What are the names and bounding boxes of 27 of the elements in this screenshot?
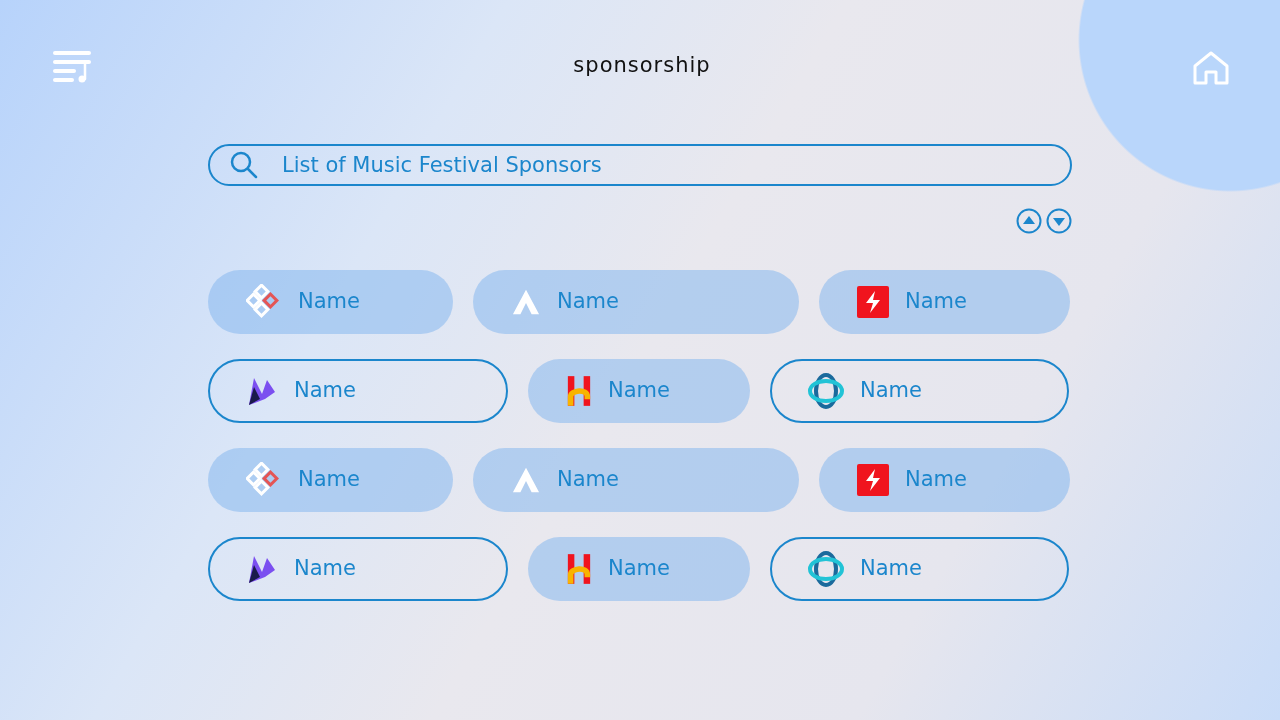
letter-h-icon	[566, 552, 592, 586]
diamonds-icon	[246, 462, 282, 498]
sponsor-button[interactable]: Name	[473, 448, 799, 512]
sponsor-button[interactable]: Name	[819, 270, 1070, 334]
sponsor-button[interactable]: Name	[473, 270, 799, 334]
sponsor-button[interactable]: Name	[208, 448, 453, 512]
ring-icon	[808, 373, 844, 409]
sponsor-button[interactable]: Name	[208, 537, 508, 601]
diamonds-icon	[246, 284, 282, 320]
lightning-icon	[857, 464, 889, 496]
triangle-icon	[511, 466, 541, 494]
letter-h-icon	[566, 374, 592, 408]
sponsor-button[interactable]: Name	[770, 537, 1069, 601]
search-icon	[230, 151, 258, 179]
scroll-down-button[interactable]	[1046, 208, 1072, 234]
sponsor-button[interactable]: Name	[208, 270, 453, 334]
ring-icon	[808, 551, 844, 587]
triangle-icon	[511, 288, 541, 316]
sponsor-button[interactable]: Name	[770, 359, 1069, 423]
lightning-icon	[857, 286, 889, 318]
sponsor-button[interactable]: Name	[208, 359, 508, 423]
sponsor-button[interactable]: Name	[528, 359, 750, 423]
scroll-up-button[interactable]	[1016, 208, 1042, 234]
page-title: sponsorship	[573, 52, 711, 79]
sponsor-button[interactable]: Name	[819, 448, 1070, 512]
sponsor-button[interactable]: Name	[528, 537, 750, 601]
search-field[interactable]: List of Music Festival Sponsors	[208, 144, 1072, 186]
